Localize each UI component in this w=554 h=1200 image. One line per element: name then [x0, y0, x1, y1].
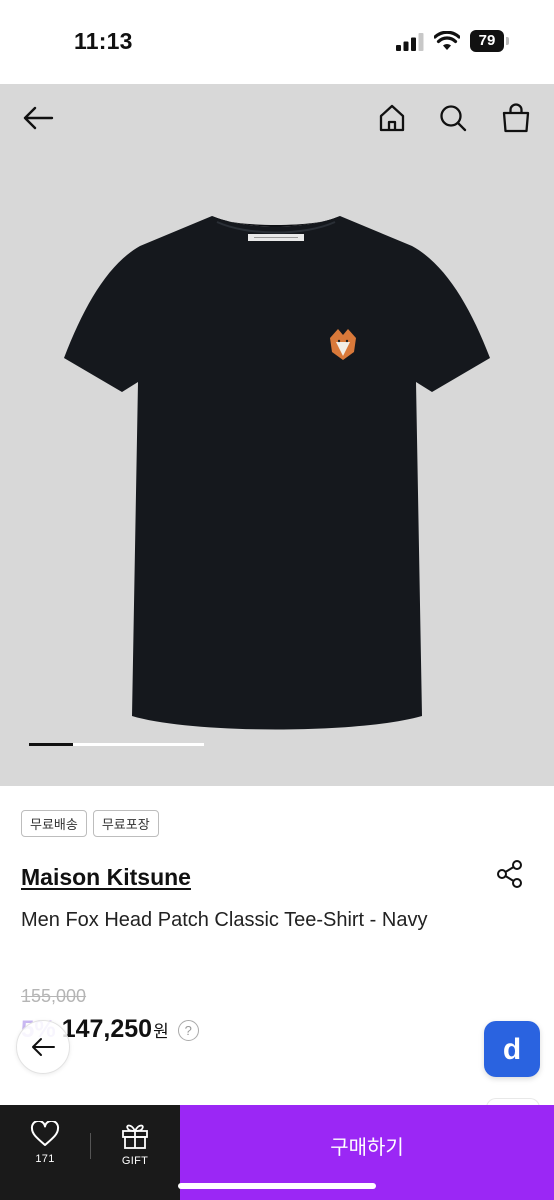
- gift-icon: [122, 1124, 148, 1149]
- arrow-left-icon: [32, 1038, 55, 1056]
- price-help-icon[interactable]: ?: [177, 1020, 199, 1041]
- home-indicator: [178, 1183, 376, 1189]
- app-logo-letter: d: [503, 1033, 521, 1066]
- shopping-bag-icon: [502, 103, 530, 133]
- bottom-left-panel: 171 GIFT: [0, 1105, 180, 1200]
- sale-price: 147,250: [61, 1015, 153, 1043]
- home-button[interactable]: [372, 98, 412, 138]
- cellular-signal-icon: [396, 33, 424, 51]
- gift-button[interactable]: GIFT: [100, 1121, 170, 1181]
- tshirt-product-image[interactable]: [60, 206, 492, 746]
- like-button[interactable]: 171: [10, 1121, 80, 1181]
- home-icon: [379, 104, 405, 132]
- heart-icon: [30, 1121, 60, 1146]
- gift-label: GIFT: [121, 1155, 149, 1167]
- free-wrapping-badge: 무료포장: [92, 810, 159, 837]
- app-shortcut-button[interactable]: d: [484, 1021, 540, 1077]
- search-icon: [440, 105, 467, 132]
- app-logo-icon: d: [503, 1033, 521, 1066]
- top-nav: [0, 84, 554, 154]
- battery-level: 79: [478, 32, 496, 49]
- search-button[interactable]: [433, 98, 473, 138]
- image-pager-progress: [29, 743, 73, 746]
- currency-unit: 원: [153, 1022, 169, 1042]
- brand-link[interactable]: Maison Kitsune: [21, 864, 191, 891]
- product-name: Men Fox Head Patch Classic Tee-Shirt - N…: [21, 909, 428, 931]
- share-icon[interactable]: [494, 858, 526, 890]
- original-price: 155,000: [21, 986, 87, 1006]
- image-pager: [29, 743, 204, 746]
- status-bar: 11:13 79: [0, 0, 554, 84]
- bottom-divider: [90, 1133, 91, 1159]
- floating-back-button[interactable]: [16, 1020, 70, 1074]
- back-button[interactable]: [18, 98, 58, 138]
- like-count: 171: [35, 1153, 55, 1165]
- badge-list: 무료배송 무료포장: [21, 810, 159, 837]
- arrow-left-icon: [23, 106, 54, 130]
- buy-button-label: 구매하기: [330, 1135, 404, 1159]
- status-time: 11:13: [74, 28, 133, 54]
- wifi-icon: [434, 31, 460, 50]
- cart-button[interactable]: [496, 98, 536, 138]
- product-gallery[interactable]: [0, 84, 554, 786]
- battery-icon: 79: [470, 30, 510, 52]
- free-shipping-badge: 무료배송: [21, 810, 87, 837]
